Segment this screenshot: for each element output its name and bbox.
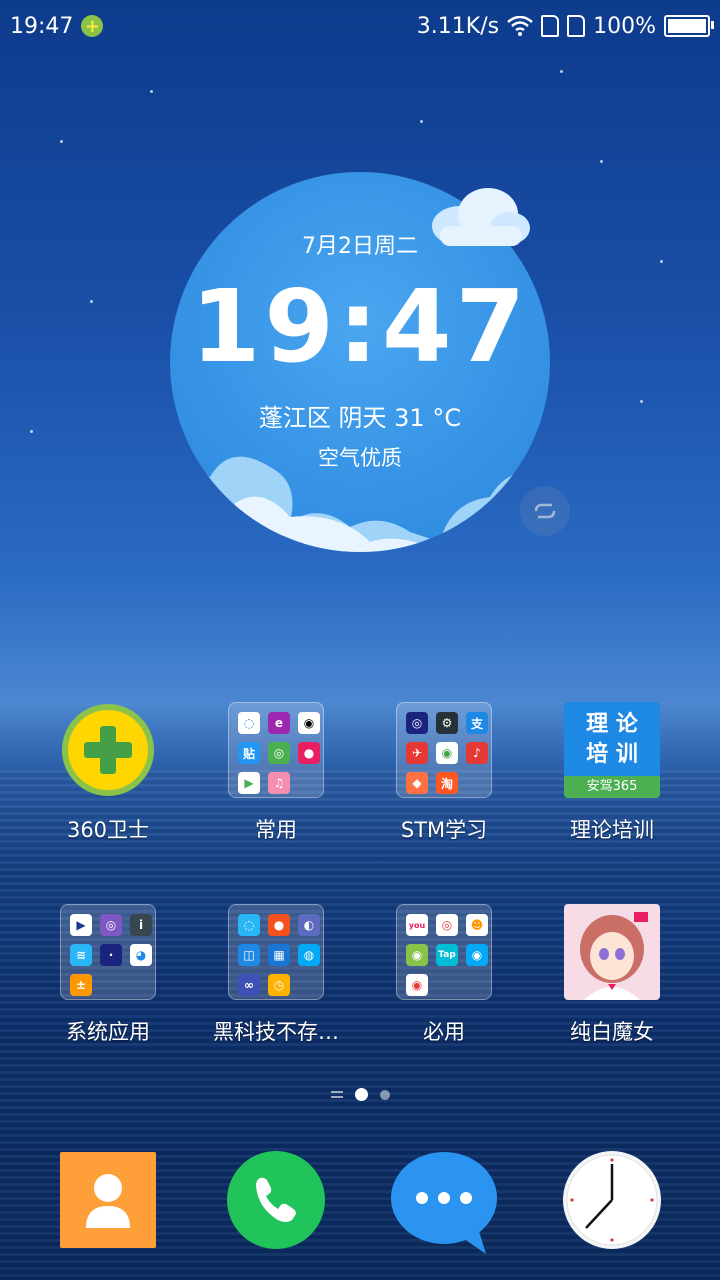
qq-icon: ◉ bbox=[298, 712, 320, 734]
folder-icon: ◌ ● ◐ ◫ ▦ ◍ ∞ ◷ bbox=[228, 904, 324, 1000]
widget-time: 19:47 bbox=[190, 268, 530, 385]
taobao-icon: 淘 bbox=[436, 772, 458, 794]
info-icon: i bbox=[130, 914, 152, 936]
contacts-app[interactable] bbox=[58, 1150, 158, 1250]
app-label: STM学习 bbox=[400, 818, 488, 842]
taptap-icon: Tap bbox=[436, 944, 458, 966]
user-icon: ◕ bbox=[130, 944, 152, 966]
status-time: 19:47 bbox=[10, 13, 74, 39]
update-icon: ≋ bbox=[70, 944, 92, 966]
timer-app-icon: ◷ bbox=[268, 974, 290, 996]
folder-icon: ◎ ⚙ 支 ✈ ◉ ♪ ◆ 淘 bbox=[396, 702, 492, 798]
netease-music-icon: ◉ bbox=[436, 742, 458, 764]
steam-icon: ⚙ bbox=[436, 712, 458, 734]
ie-browser-icon: e bbox=[268, 712, 290, 734]
app-label: 理论培训 bbox=[570, 818, 654, 842]
widget-location-weather: 蓬江区 阴天 31 °C bbox=[258, 404, 462, 432]
wechat-icon: ◎ bbox=[268, 742, 290, 764]
app-theory-training[interactable]: 理 论 培 训 安驾365 理论培训 bbox=[528, 702, 696, 844]
gift-app-icon: ◆ bbox=[406, 772, 428, 794]
sim2-icon bbox=[567, 15, 586, 37]
netease-icon: ◎ bbox=[436, 914, 458, 936]
refresh-icon bbox=[534, 503, 556, 519]
360-security-icon bbox=[60, 702, 156, 798]
page-dot-2[interactable] bbox=[379, 1089, 390, 1100]
anime-girl-icon bbox=[564, 904, 660, 1000]
folder-icon: ▶ ◎ i ≋ · ◕ ± bbox=[60, 904, 156, 1000]
app-label: 纯白魔女 bbox=[570, 1020, 654, 1044]
widget-refresh-button[interactable] bbox=[520, 486, 570, 536]
app-label: 系统应用 bbox=[66, 1020, 150, 1044]
chat-app-icon: ◍ bbox=[298, 944, 320, 966]
mic-app-icon: ♪ bbox=[466, 742, 488, 764]
windows-app-icon: ▦ bbox=[268, 944, 290, 966]
phone-app[interactable] bbox=[226, 1150, 326, 1250]
weibo-icon: ◉ bbox=[406, 974, 428, 996]
widget-air-quality: 空气优质 bbox=[318, 446, 402, 470]
fingerprint-icon: ◎ bbox=[100, 914, 122, 936]
messages-app[interactable] bbox=[390, 1150, 498, 1254]
folder-icon: you ◎ ☻ ◉ Tap ◉ ◉ bbox=[396, 904, 492, 1000]
tieba-icon: 贴 bbox=[238, 742, 260, 764]
theory-training-icon: 理 论 培 训 安驾365 bbox=[564, 702, 660, 798]
avatar-app-icon: ● bbox=[298, 742, 320, 764]
compass-icon: · bbox=[100, 944, 122, 966]
app-label: 常用 bbox=[255, 818, 297, 842]
link-app-icon: ∞ bbox=[238, 974, 260, 996]
video-player-icon: ▶ bbox=[70, 914, 92, 936]
browser-icon: ◌ bbox=[238, 712, 260, 734]
music-app-icon: ♫ bbox=[268, 772, 290, 794]
folder-essential[interactable]: you ◎ ☻ ◉ Tap ◉ ◉ 必用 bbox=[360, 904, 528, 1046]
clean-app-icon: ◫ bbox=[238, 944, 260, 966]
360-notification-icon: + bbox=[81, 15, 104, 37]
sync-app-icon: ◌ bbox=[238, 914, 260, 936]
calculator-icon: ± bbox=[70, 974, 92, 996]
page-dot-1[interactable] bbox=[354, 1088, 368, 1101]
menu-lines-icon bbox=[330, 1090, 343, 1098]
cloud-icon bbox=[432, 188, 530, 246]
app-pure-white-witch[interactable]: 纯白魔女 bbox=[528, 904, 696, 1046]
app-360[interactable]: 360卫士 bbox=[24, 702, 192, 844]
contacts-icon bbox=[60, 1152, 156, 1248]
play-store-icon: ▶ bbox=[238, 772, 260, 794]
wifi-icon bbox=[507, 16, 533, 36]
sim1-icon bbox=[541, 15, 560, 37]
game-app-icon: ☻ bbox=[466, 914, 488, 936]
meituan-icon: ◉ bbox=[406, 944, 428, 966]
app-label: 必用 bbox=[423, 1020, 465, 1044]
status-bar: 19:47 + 3.11K/s 100% bbox=[0, 0, 720, 52]
wifi-app-icon: ◉ bbox=[466, 944, 488, 966]
icon-text-line2: 培 训 bbox=[586, 742, 638, 767]
youku-icon: you bbox=[406, 914, 428, 936]
news-app-icon: ✈ bbox=[406, 742, 428, 764]
app-label: 360卫士 bbox=[66, 818, 150, 842]
battery-icon bbox=[664, 15, 714, 37]
battery-percent: 100% bbox=[593, 13, 656, 39]
record-app-icon: ● bbox=[268, 914, 290, 936]
folder-common[interactable]: ◌ e ◉ 贴 ◎ ● ▶ ♫ 常用 bbox=[192, 702, 360, 844]
phone-icon bbox=[227, 1151, 325, 1249]
clock-app[interactable] bbox=[562, 1150, 662, 1250]
alipay-icon: 支 bbox=[466, 712, 488, 734]
folder-icon: ◌ e ◉ 贴 ◎ ● ▶ ♫ bbox=[228, 702, 324, 798]
focus-app-icon: ◎ bbox=[406, 712, 428, 734]
folder-system-apps[interactable]: ▶ ◎ i ≋ · ◕ ± 系统应用 bbox=[24, 904, 192, 1046]
anime-app-icon: ◐ bbox=[298, 914, 320, 936]
icon-footer-text: 安驾365 bbox=[564, 776, 660, 798]
icon-text-line1: 理 论 bbox=[586, 712, 638, 737]
page-indicator[interactable] bbox=[0, 1088, 720, 1101]
network-speed: 3.11K/s bbox=[416, 13, 500, 39]
folder-tech[interactable]: ◌ ● ◐ ◫ ▦ ◍ ∞ ◷ 黑科技不存… bbox=[192, 904, 360, 1046]
messages-icon bbox=[391, 1152, 497, 1254]
clock-icon bbox=[563, 1151, 661, 1249]
app-label: 黑科技不存… bbox=[213, 1020, 339, 1044]
folder-stm[interactable]: ◎ ⚙ 支 ✈ ◉ ♪ ◆ 淘 STM学习 bbox=[360, 702, 528, 844]
